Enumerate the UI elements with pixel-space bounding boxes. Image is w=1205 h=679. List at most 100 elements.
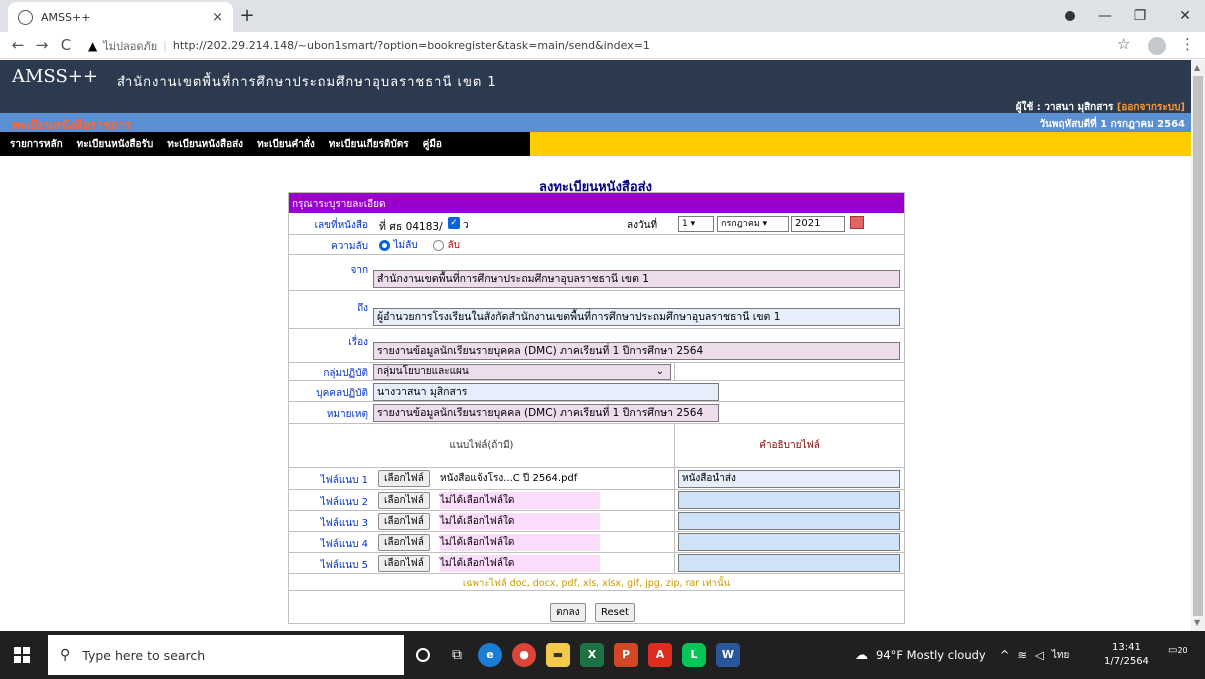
file-name: ไม่ได้เลือกไฟล์ใด — [440, 534, 600, 551]
file-desc-field[interactable]: หนังสือนำส่ง — [678, 470, 900, 488]
circular-checkbox[interactable]: ✓ — [448, 217, 460, 229]
choose-file-button[interactable]: เลือกไฟล์ — [378, 534, 430, 551]
wifi-icon[interactable]: ≋ — [1017, 648, 1027, 662]
secret-radio[interactable]: ลับ — [433, 238, 460, 253]
reload-icon[interactable]: C — [54, 36, 78, 54]
subject-field[interactable]: รายงานข้อมูลนักเรียนรายบุคคล (DMC) ภาคเร… — [373, 342, 900, 360]
line-icon[interactable]: L — [682, 643, 706, 667]
calendar-icon[interactable] — [850, 216, 864, 229]
file-name: หนังสือแจ้งโรง...C ปี 2564.pdf — [440, 473, 578, 484]
attachment-label: ไฟล์แนบ 1 — [320, 475, 368, 486]
browser-menu-icon[interactable]: ⋮ — [1180, 35, 1195, 53]
url-field[interactable]: ▲ ไม่ปลอดภัย | http://202.29.214.148/~ub… — [88, 35, 1108, 56]
restore-icon[interactable]: ❐ — [1127, 5, 1153, 27]
attachment-row: ไฟล์แนบ 2 เลือกไฟล์ ไม่ได้เลือกไฟล์ใด — [289, 490, 904, 511]
brand-logo: AMSS++ — [12, 66, 98, 87]
logout-link[interactable]: [ออกจากระบบ] — [1117, 102, 1185, 113]
year-field[interactable]: 2021 — [791, 216, 845, 232]
scroll-thumb[interactable] — [1193, 76, 1203, 616]
profile-avatar-icon[interactable] — [1148, 37, 1166, 55]
speaker-icon[interactable]: ◁ — [1035, 648, 1044, 662]
group-select[interactable]: กลุ่มนโยบายและแผน ⌄ — [373, 364, 671, 380]
new-tab-button[interactable]: + — [236, 5, 258, 27]
taskbar-search[interactable]: ⚲ Type here to search — [48, 635, 404, 675]
from-field[interactable]: สำนักงานเขตพื้นที่การศึกษาประถมศึกษาอุบล… — [373, 270, 900, 288]
file-name: ไม่ได้เลือกไฟล์ใด — [440, 555, 600, 572]
excel-icon[interactable]: X — [580, 643, 604, 667]
search-placeholder[interactable]: Type here to search — [82, 648, 205, 663]
day-select[interactable]: 1 ▾ — [678, 216, 714, 232]
weather-icon[interactable]: ☁ — [855, 648, 868, 663]
attach-header: แนบไฟล์(ถ้ามี) — [449, 440, 514, 451]
menu-item-main[interactable]: รายการหลัก — [10, 137, 63, 152]
not-secret-radio[interactable]: ไม่ลับ — [379, 238, 418, 253]
file-desc-field[interactable] — [678, 533, 900, 551]
edge-icon[interactable]: e — [478, 643, 502, 667]
browser-tab-bar: AMSS++ × + — ❐ ✕ — [0, 0, 1205, 32]
search-icon: ⚲ — [60, 647, 71, 663]
choose-file-button[interactable]: เลือกไฟล์ — [378, 470, 430, 487]
menu-item-manual[interactable]: คู่มือ — [423, 137, 442, 152]
close-window-icon[interactable]: ✕ — [1172, 5, 1198, 27]
profile-dot-icon[interactable] — [1057, 5, 1083, 27]
sub-header: ทะเบียนหนังสือราชการ วันพฤหัสบดีที่ 1 กร… — [0, 113, 1191, 132]
clock-time: 13:41 — [1112, 642, 1141, 653]
tab-title: AMSS++ — [41, 10, 91, 24]
acrobat-icon[interactable]: A — [648, 643, 672, 667]
to-field[interactable]: ผู้อำนวยการโรงเรียนในสังกัดสำนักงานเขตพื… — [373, 308, 900, 326]
attachment-label: ไฟล์แนบ 4 — [320, 539, 368, 550]
browser-tab[interactable]: AMSS++ × — [8, 2, 233, 32]
notification-count: 20 — [1177, 646, 1188, 655]
choose-file-button[interactable]: เลือกไฟล์ — [378, 513, 430, 530]
file-explorer-icon[interactable]: ▬ — [546, 643, 570, 667]
taskbar-clock[interactable]: 13:41 1/7/2564 — [1104, 641, 1149, 669]
file-desc-field[interactable] — [678, 491, 900, 509]
bookmark-star-icon[interactable]: ☆ — [1117, 35, 1130, 53]
office-name: สำนักงานเขตพื้นที่การศึกษาประถมศึกษาอุบล… — [117, 75, 497, 90]
close-tab-icon[interactable]: × — [212, 10, 223, 25]
choose-file-button[interactable]: เลือกไฟล์ — [378, 492, 430, 509]
tray-chevron-icon[interactable]: ^ — [1000, 648, 1010, 662]
minimize-icon[interactable]: — — [1092, 5, 1118, 27]
month-select[interactable]: กรกฎาคม ▾ — [717, 216, 789, 232]
book-no-value: ที่ ศธ 04183/ — [379, 221, 443, 233]
system-tray: ☁ 94°F Mostly cloudy ^ ≋ ◁ ไทย — [855, 631, 1069, 679]
reset-button[interactable]: Reset — [595, 603, 635, 622]
section-header: กรุณาระบุรายละเอียด — [289, 193, 904, 213]
file-desc-field[interactable] — [678, 554, 900, 572]
menu-item-received[interactable]: ทะเบียนหนังสือรับ — [77, 137, 154, 152]
windows-start-icon[interactable] — [14, 647, 30, 663]
url-text[interactable]: http://202.29.214.148/~ubon1smart/?optio… — [173, 39, 650, 52]
chrome-icon[interactable]: ● — [512, 643, 536, 667]
current-date: วันพฤหัสบดีที่ 1 กรกฎาคม 2564 — [1039, 119, 1185, 130]
note-label: หมายเหตุ — [326, 409, 368, 420]
warning-icon[interactable]: ▲ — [88, 39, 97, 53]
task-view-icon[interactable]: ⧉ — [445, 643, 469, 667]
forward-icon[interactable]: → — [30, 36, 54, 54]
powerpoint-icon[interactable]: P — [614, 643, 638, 667]
attachment-label: ไฟล์แนบ 3 — [320, 518, 368, 529]
submit-button[interactable]: ตกลง — [550, 603, 586, 622]
scroll-down-icon[interactable]: ▼ — [1194, 618, 1200, 627]
menu-item-orders[interactable]: ทะเบียนคำสั่ง — [257, 137, 315, 152]
language-indicator[interactable]: ไทย — [1052, 648, 1069, 663]
user-label: ผู้ใช้ : วาสนา มุสิกสาร — [1015, 102, 1114, 113]
file-desc-field[interactable] — [678, 512, 900, 530]
menu-item-certificates[interactable]: ทะเบียนเกียรติบัตร — [329, 137, 409, 152]
person-field[interactable]: นางวาสนา มุสิกสาร — [373, 383, 719, 401]
cortana-icon[interactable] — [416, 648, 430, 662]
weather-text[interactable]: 94°F Mostly cloudy — [876, 648, 986, 662]
note-field[interactable]: รายงานข้อมูลนักเรียนรายบุคคล (DMC) ภาคเร… — [373, 404, 719, 422]
notification-icon[interactable]: ▭20 — [1168, 645, 1190, 665]
word-icon[interactable]: W — [716, 643, 740, 667]
menu-item-sent[interactable]: ทะเบียนหนังสือส่ง — [167, 137, 243, 152]
attachment-label: ไฟล์แนบ 2 — [320, 497, 368, 508]
back-icon[interactable]: ← — [6, 36, 30, 54]
vertical-scrollbar[interactable]: ▲ ▼ — [1191, 60, 1205, 631]
windows-taskbar: ⚲ Type here to search ⧉ e ● ▬ X P A L W … — [0, 631, 1205, 679]
choose-file-button[interactable]: เลือกไฟล์ — [378, 555, 430, 572]
file-type-note: เฉพาะไฟล์ doc, docx, pdf, xls, xlsx, gif… — [462, 578, 731, 589]
desc-header: คำอธิบายไฟล์ — [759, 440, 820, 451]
subject-label: เรื่อง — [348, 337, 368, 348]
scroll-up-icon[interactable]: ▲ — [1194, 63, 1200, 72]
